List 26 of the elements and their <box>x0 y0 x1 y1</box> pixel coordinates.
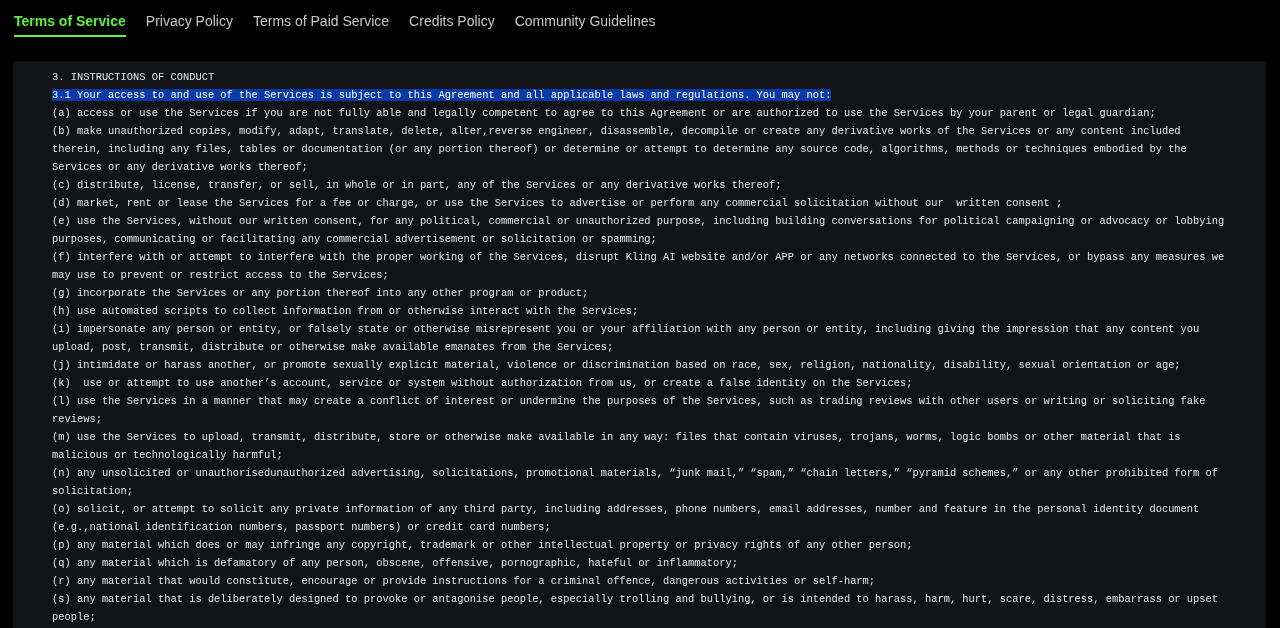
paragraph: (e) use the Services, without our written consent, for any political, commercial or unauthorized purpose, including building conversations for political campaigning or advocacy or lobbying purposes, communicating or facilitating any commercial advertisement or solicitation or spamming; <box>52 215 1226 245</box>
paragraph: (j) intimidate or harass another, or promote sexually explicit material, violence or discrimination based on race, sex, religion, nationality, disability, sexual orientation or age; <box>52 359 1181 371</box>
paragraph: (a) access or use the Services if you are not fully able and legally competent to agree to this Agreement or are authorized to use the Services by your parent or legal guardian; <box>52 107 1156 119</box>
paragraph: (k) use or attempt to use another’s account, service or system without authorization from us, or create a false identity on the Services; <box>52 377 913 389</box>
paragraph: 3.1 Your access to and use of the Services is subject to this Agreement and all applicable laws and regulations. You may not: <box>52 89 832 101</box>
paragraph: (c) distribute, license, transfer, or sell, in whole or in part, any of the Services or any derivative works thereof; <box>52 179 782 191</box>
paragraph: (s) any material that is deliberately designed to provoke or antagonise people, especially trolling and bullying, or is intended to harass, harm, hurt, scare, distress, embarrass or upset people; <box>52 593 1220 623</box>
paragraph: (g) incorporate the Services or any portion thereof into any other program or product; <box>52 287 589 299</box>
paragraph: (p) any material which does or may infringe any copyright, trademark or other intellectual property or privacy rights of any other person; <box>52 539 913 551</box>
tab[interactable]: Terms of Paid Service <box>252 12 390 37</box>
paragraph: (r) any material that would constitute, encourage or provide instructions for a criminal offence, dangerous activities or self-harm; <box>52 575 876 587</box>
paragraph: (m) use the Services to upload, transmit, distribute, store or otherwise make available in any way: files that contain viruses, trojans, worms, logic bombs or other material that is malicious or technologically harmful; <box>52 431 1182 461</box>
paragraph: (i) impersonate any person or entity, or falsely state or otherwise misrepresent you or your affiliation with any person or entity, including giving the impression that any content you upload, post, transmit, distribute or otherwise make available emanates from the Services; <box>52 323 1201 353</box>
paragraph: (d) market, rent or lease the Services for a fee or charge, or use the Services to advertise or perform any commercial solicitation without our written consent ; <box>52 197 1063 209</box>
paragraph: (l) use the Services in a manner that may create a conflict of interest or undermine the purposes of the Services, such as trading reviews with other users or writing or soliciting fake reviews; <box>52 395 1207 425</box>
tab[interactable]: Privacy Policy <box>145 12 233 37</box>
tab[interactable]: Credits Policy <box>409 12 495 37</box>
paragraph: (h) use automated scripts to collect information from or otherwise interact with the Services; <box>52 305 639 317</box>
paragraph: (q) any material which is defamatory of any person, obscene, offensive, pornographic, hateful or inflammatory; <box>52 557 738 569</box>
paragraph: (n) any unsolicited or unauthorisedunauthorized advertising, solicitations, promotional materials, “junk mail,” “spam,” “chain letters,” “pyramid schemes,” or any other prohibited form of solicitation; <box>52 467 1220 497</box>
paragraph: (o) solicit, or attempt to solicit any private information of any third party, including addresses, phone numbers, email addresses, number and feature in the personal identity document (e.g.,national identification numbers, passport numbers) or credit card numbers; <box>52 503 1201 533</box>
tab[interactable]: Terms of Service <box>14 12 126 37</box>
paragraph: (b) make unauthorized copies, modify, adapt, translate, delete, alter,reverse engineer, disassemble, decompile or create any derivative works of the Services or any content included therein, including any files, tables or documentation (or any portion thereof) or determine or attempt to determine any source code, algorithms, methods or techniques embodied by the Services or any derivative works thereof; <box>52 125 1188 173</box>
paragraph: (f) interfere with or attempt to interfere with the proper working of the Services, disrupt Kling AI website and/or APP or any networks connected to the Services, or bypass any measures we may use to prevent or restrict access to the Services; <box>52 251 1226 281</box>
tab[interactable]: Community Guidelines <box>514 12 656 37</box>
section-heading: 3. INSTRUCTIONS OF CONDUCT <box>52 70 216 85</box>
